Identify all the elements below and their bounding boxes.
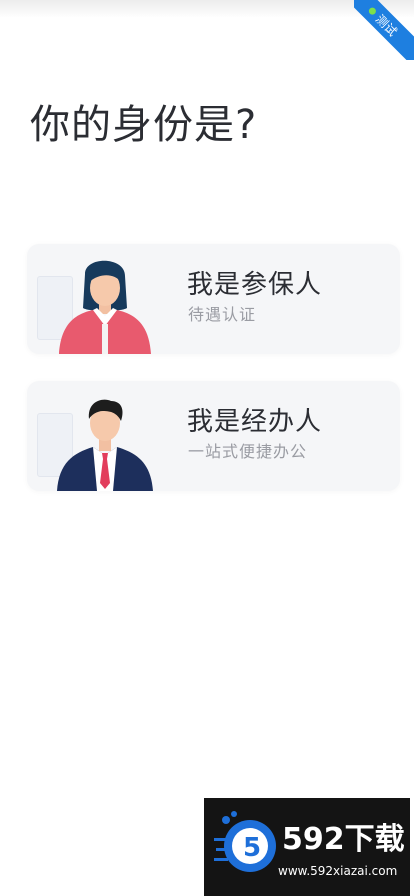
status-bar-area xyxy=(0,0,414,18)
role-title: 我是参保人 xyxy=(187,270,323,300)
role-subtitle: 一站式便捷办公 xyxy=(188,442,308,461)
svg-text:5: 5 xyxy=(243,833,261,863)
role-card-agent[interactable]: 我是经办人 一站式便捷办公 xyxy=(27,381,400,491)
role-card-insured[interactable]: 我是参保人 待遇认证 xyxy=(27,244,400,354)
debug-ribbon: 测试 xyxy=(354,0,414,60)
role-subtitle: 待遇认证 xyxy=(188,305,257,324)
male-person-avatar xyxy=(57,399,153,491)
android-icon xyxy=(368,6,379,17)
debug-ribbon-label: 测试 xyxy=(373,11,400,39)
watermark-logo-block: 5 592下载 www.592xiazai.com xyxy=(204,798,410,896)
role-title: 我是经办人 xyxy=(187,407,323,437)
female-person-avatar xyxy=(59,260,151,354)
brand-logo-icon: 5 xyxy=(214,811,276,872)
page-title: 你的身份是? xyxy=(30,102,258,148)
watermark-url: www.592xiazai.com xyxy=(278,864,398,878)
watermark-brand: 592下载 xyxy=(282,822,405,857)
